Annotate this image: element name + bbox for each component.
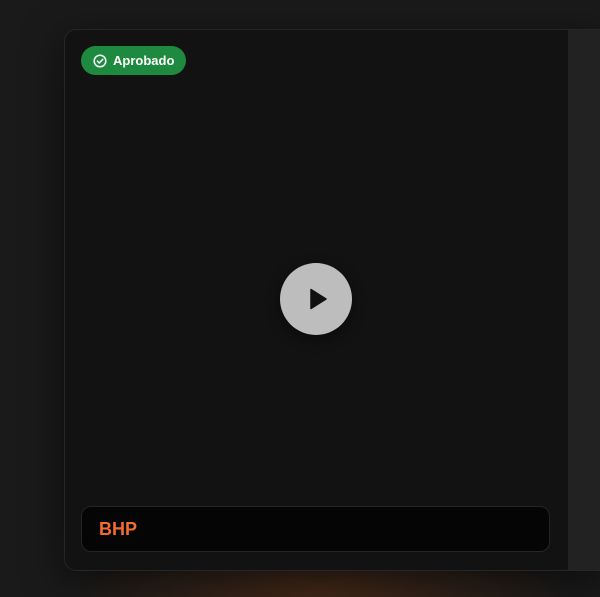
play-button[interactable] bbox=[280, 263, 352, 335]
card-side-strip bbox=[568, 30, 600, 570]
video-card: Aprobado BHP bbox=[64, 29, 600, 571]
title-bar: BHP bbox=[81, 506, 550, 552]
page: Aprobado BHP bbox=[0, 0, 600, 597]
play-icon bbox=[305, 286, 331, 312]
status-badge-label: Aprobado bbox=[113, 53, 175, 68]
check-circle-icon bbox=[93, 53, 107, 68]
status-badge: Aprobado bbox=[81, 46, 187, 75]
video-title: BHP bbox=[99, 518, 138, 539]
